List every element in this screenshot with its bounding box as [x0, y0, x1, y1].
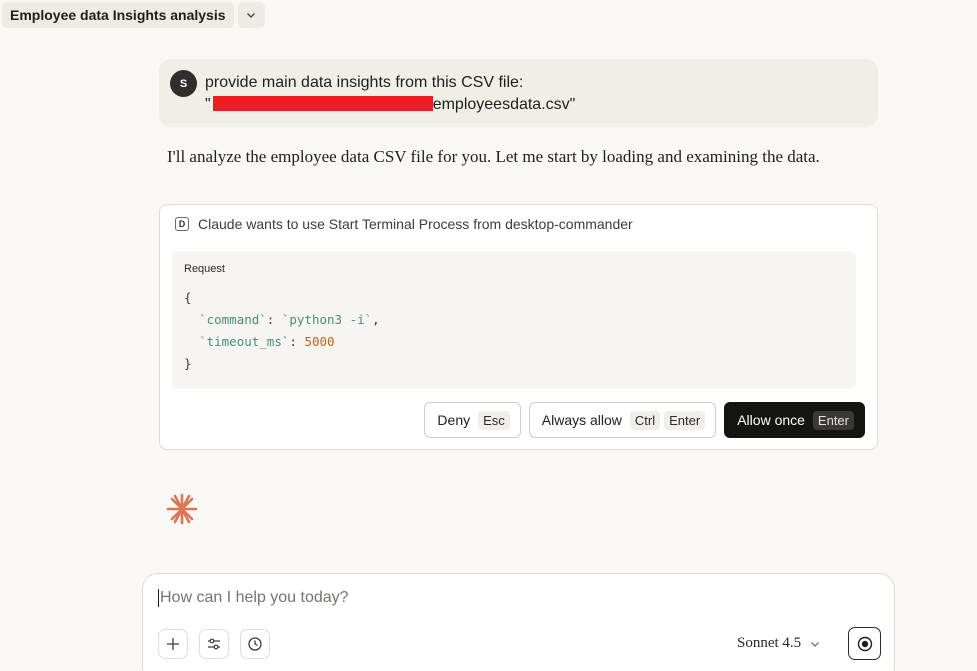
- allow-once-shortcut: Enter: [812, 410, 854, 430]
- tool-header-text: Claude wants to use Start Terminal Proce…: [198, 216, 633, 232]
- user-message-filename: employeesdata.csv": [432, 96, 576, 113]
- code-timeout-value: 5000: [304, 334, 335, 349]
- user-message-line1: provide main data insights from this CSV…: [205, 74, 524, 91]
- redacted-path: [212, 96, 433, 111]
- code-command-value: `python3 -i`: [281, 312, 373, 327]
- deny-button[interactable]: Deny Esc: [424, 402, 521, 438]
- chevron-down-icon: [247, 13, 255, 18]
- model-name: Sonnet 4.5: [737, 635, 802, 651]
- always-allow-shortcut-ctrl: Ctrl: [629, 410, 661, 430]
- user-message-quote: ": [205, 96, 211, 113]
- request-code: { `command`: `python3 -i`, `timeout_ms`:…: [184, 290, 380, 371]
- message-input[interactable]: [158, 589, 860, 607]
- request-label: Request: [184, 263, 225, 275]
- tool-permission-card: D Claude wants to use Start Terminal Pro…: [159, 204, 878, 450]
- tool-header: D Claude wants to use Start Terminal Pro…: [175, 216, 633, 232]
- chevron-down-icon: [811, 641, 820, 647]
- user-message: S provide main data insights from this C…: [159, 59, 878, 127]
- always-allow-button[interactable]: Always allow Ctrl Enter: [528, 402, 717, 438]
- history-button[interactable]: [240, 629, 270, 659]
- user-message-line2: " employeesdata.csv": [205, 94, 575, 116]
- code-close-brace: }: [184, 356, 192, 371]
- sliders-icon: [208, 638, 220, 650]
- allow-once-label: Allow once: [737, 412, 805, 428]
- allow-once-button[interactable]: Allow once Enter: [724, 402, 865, 438]
- code-timeout-key: `timeout_ms`: [199, 334, 290, 349]
- settings-sliders-button[interactable]: [199, 629, 229, 659]
- request-box: Request { `command`: `python3 -i`, `time…: [172, 251, 856, 389]
- record-icon: [857, 636, 872, 651]
- always-allow-label: Always allow: [541, 412, 622, 428]
- code-open-brace: {: [184, 290, 192, 305]
- voice-mode-button[interactable]: [848, 627, 881, 660]
- deny-shortcut: Esc: [478, 410, 510, 430]
- model-selector[interactable]: Sonnet 4.5: [737, 635, 821, 652]
- code-command-key: `command`: [199, 312, 267, 327]
- add-attachment-button[interactable]: [158, 629, 188, 659]
- chat-title-area: Employee data Insights analysis: [2, 2, 265, 28]
- assistant-message: I'll analyze the employee data CSV file …: [167, 147, 820, 166]
- permission-actions: Deny Esc Always allow Ctrl Enter Allow o…: [424, 402, 865, 438]
- desktop-commander-icon: D: [175, 217, 189, 231]
- user-message-text: provide main data insights from this CSV…: [205, 72, 575, 116]
- always-allow-shortcut-enter: Enter: [664, 410, 706, 430]
- message-composer: Sonnet 4.5: [142, 573, 895, 671]
- clock-icon: [248, 637, 262, 651]
- plus-icon: [167, 638, 179, 650]
- deny-label: Deny: [437, 412, 471, 428]
- claude-spark-icon: [166, 493, 198, 525]
- chat-title-button[interactable]: Employee data Insights analysis: [2, 2, 234, 28]
- user-avatar: S: [170, 70, 197, 97]
- chat-title-menu-button[interactable]: [237, 2, 265, 28]
